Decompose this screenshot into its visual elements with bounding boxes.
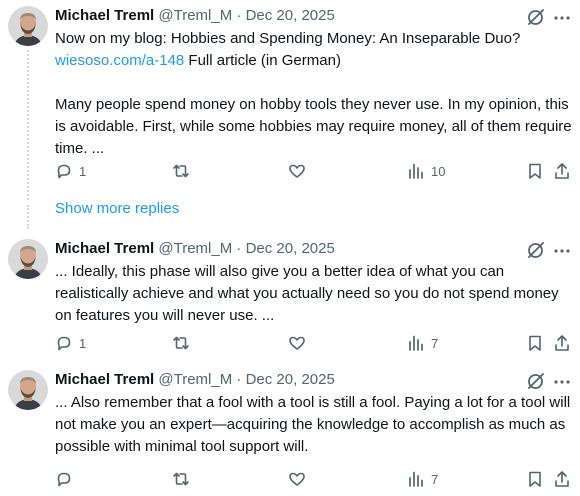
- retweet-button[interactable]: [172, 161, 190, 181]
- share-button[interactable]: [553, 161, 571, 181]
- tweet-text-line: Full article (in German): [184, 52, 341, 69]
- share-icon: [555, 163, 569, 179]
- views-button[interactable]: 10: [407, 161, 445, 181]
- like-button[interactable]: [288, 333, 306, 353]
- like-button[interactable]: [288, 161, 306, 181]
- grok-icon[interactable]: [526, 240, 546, 260]
- author-handle[interactable]: @Treml_M: [158, 371, 232, 388]
- tweet[interactable]: Michael Treml @Treml_M · Dec 20, 2025 No…: [0, 0, 580, 190]
- tweet-text-paragraph: Many people spend money on hobby tools t…: [55, 96, 572, 157]
- grok-icon[interactable]: [526, 7, 546, 27]
- more-icon[interactable]: [552, 9, 572, 27]
- like-button[interactable]: [288, 469, 306, 489]
- views-icon: [409, 163, 423, 179]
- reply-count: 1: [79, 163, 87, 179]
- views-icon: [409, 335, 423, 351]
- reply-icon: [57, 164, 71, 179]
- avatar[interactable]: [8, 239, 48, 279]
- bookmark-button[interactable]: [526, 161, 544, 181]
- author-handle[interactable]: @Treml_M: [158, 240, 232, 257]
- view-count: 7: [431, 335, 439, 351]
- reply-button[interactable]: 1: [55, 333, 86, 353]
- action-bar: 1 10: [55, 161, 575, 181]
- author-handle[interactable]: @Treml_M: [158, 7, 232, 24]
- reply-icon: [57, 336, 71, 351]
- article-link[interactable]: wiesoso.com/a-148: [55, 52, 184, 69]
- retweet-button[interactable]: [172, 333, 190, 353]
- more-icon[interactable]: [552, 242, 572, 260]
- tweet-text: ... Also remember that a fool with a too…: [55, 392, 575, 458]
- reply-icon: [57, 472, 71, 487]
- tweet-header: Michael Treml @Treml_M · Dec 20, 2025: [55, 7, 335, 25]
- retweet-icon: [173, 164, 189, 178]
- reply-button[interactable]: 1: [55, 161, 86, 181]
- action-bar: 7: [55, 469, 575, 489]
- tweet-date[interactable]: Dec 20, 2025: [246, 240, 335, 257]
- author-name[interactable]: Michael Treml: [55, 7, 154, 24]
- heart-icon: [289, 472, 305, 486]
- views-button[interactable]: 7: [407, 333, 438, 353]
- tweet[interactable]: Michael Treml @Treml_M · Dec 20, 2025 ..…: [0, 364, 580, 496]
- action-bar: 1 7: [55, 333, 575, 353]
- tweet-text-line: Now on my blog: Hobbies and Spending Mon…: [55, 30, 521, 47]
- views-icon: [409, 471, 423, 487]
- retweet-icon: [173, 472, 189, 486]
- avatar[interactable]: [8, 6, 48, 46]
- bookmark-button[interactable]: [526, 333, 544, 353]
- tweet-text-paragraph: ... Also remember that a fool with a too…: [55, 394, 571, 455]
- tweet-header: Michael Treml @Treml_M · Dec 20, 2025: [55, 371, 335, 389]
- share-button[interactable]: [553, 469, 571, 489]
- reply-count: 1: [79, 335, 87, 351]
- tweet-text: ... Ideally, this phase will also give y…: [55, 261, 575, 327]
- share-icon: [555, 471, 569, 487]
- retweet-icon: [173, 336, 189, 350]
- thread: Michael Treml @Treml_M · Dec 20, 2025 No…: [0, 0, 580, 496]
- bookmark-button[interactable]: [526, 469, 544, 489]
- separator-dot: ·: [236, 240, 242, 257]
- bookmark-icon: [529, 163, 541, 179]
- view-count: 7: [431, 471, 439, 487]
- show-more-replies-link[interactable]: Show more replies: [55, 199, 179, 219]
- tweet-header: Michael Treml @Treml_M · Dec 20, 2025: [55, 240, 335, 258]
- bookmark-icon: [529, 335, 541, 351]
- heart-icon: [289, 164, 305, 178]
- tweet[interactable]: Michael Treml @Treml_M · Dec 20, 2025 ..…: [0, 233, 580, 363]
- retweet-button[interactable]: [172, 469, 190, 489]
- share-icon: [555, 335, 569, 351]
- tweet-text: Now on my blog: Hobbies and Spending Mon…: [55, 28, 575, 160]
- share-button[interactable]: [553, 333, 571, 353]
- tweet-date[interactable]: Dec 20, 2025: [246, 7, 335, 24]
- avatar[interactable]: [8, 370, 48, 410]
- tweet-text-paragraph: ... Ideally, this phase will also give y…: [55, 263, 559, 324]
- author-name[interactable]: Michael Treml: [55, 240, 154, 257]
- author-name[interactable]: Michael Treml: [55, 371, 154, 388]
- tweet-date[interactable]: Dec 20, 2025: [246, 371, 335, 388]
- views-button[interactable]: 7: [407, 469, 438, 489]
- thread-connector: [27, 205, 29, 229]
- bookmark-icon: [529, 471, 541, 487]
- reply-button[interactable]: [55, 469, 73, 489]
- separator-dot: ·: [236, 7, 242, 24]
- grok-icon[interactable]: [526, 371, 546, 391]
- separator-dot: ·: [236, 371, 242, 388]
- heart-icon: [289, 336, 305, 350]
- more-icon[interactable]: [552, 373, 572, 391]
- view-count: 10: [431, 163, 446, 179]
